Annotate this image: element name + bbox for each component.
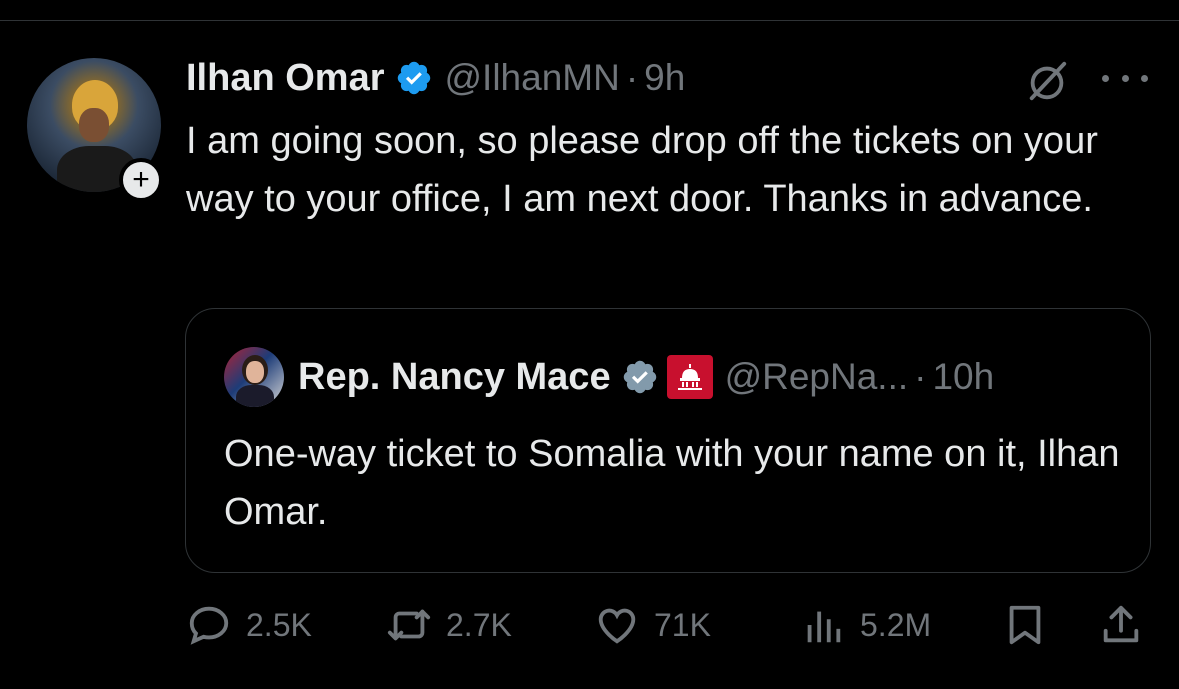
- quote-text: One-way ticket to Somalia with your name…: [224, 433, 1120, 533]
- quote-header-separator: ·: [914, 356, 927, 397]
- tweet-header: Ilhan Omar @IlhanMN · 9h: [186, 52, 685, 104]
- author-handle[interactable]: @IlhanMN: [445, 57, 620, 99]
- share-icon: [1103, 605, 1139, 643]
- author-display-name[interactable]: Ilhan Omar: [186, 57, 385, 100]
- header-separator: ·: [625, 57, 639, 98]
- author-avatar-container[interactable]: +: [27, 58, 163, 202]
- house-gop-badge: [666, 355, 713, 399]
- tweet-text: I am going soon, so please drop off the …: [186, 120, 1098, 220]
- grok-icon[interactable]: [1024, 58, 1070, 104]
- top-divider: [0, 20, 1179, 21]
- quote-verified-badge-icon: [623, 360, 656, 394]
- reply-button[interactable]: 2.5K: [186, 598, 312, 652]
- tweet-timestamp[interactable]: 9h: [644, 57, 685, 99]
- quote-tweet-card[interactable]: Rep. Nancy Mace @RepNa... · 10h One-way …: [185, 308, 1151, 573]
- views-icon: [807, 611, 841, 643]
- quote-author-display-name: Rep. Nancy Mace: [298, 355, 611, 398]
- views-count: 5.2M: [860, 606, 932, 643]
- more-icon[interactable]: [1102, 62, 1148, 94]
- bookmark-icon: [1009, 605, 1041, 645]
- follow-plus-button[interactable]: +: [119, 158, 163, 202]
- bookmark-button[interactable]: [1002, 598, 1062, 652]
- quote-header: Rep. Nancy Mace @RepNa... · 10h: [224, 347, 994, 407]
- like-icon: [598, 608, 636, 644]
- action-bar: 2.5K 2.7K 71K 5.2M: [186, 598, 1146, 652]
- capitol-dome-icon: [677, 364, 702, 390]
- like-button[interactable]: 71K: [594, 598, 711, 652]
- repost-icon: [387, 609, 431, 641]
- repost-button[interactable]: 2.7K: [386, 598, 512, 652]
- quote-author-handle: @RepNa...: [724, 356, 909, 397]
- quote-author-avatar: [224, 347, 284, 407]
- repost-count: 2.7K: [446, 606, 512, 643]
- quote-timestamp: 10h: [932, 356, 995, 397]
- reply-icon: [189, 606, 229, 645]
- verified-badge-icon[interactable]: [395, 59, 433, 97]
- reply-count: 2.5K: [246, 606, 312, 643]
- like-count: 71K: [654, 606, 711, 643]
- views-button[interactable]: 5.2M: [800, 598, 931, 652]
- share-button[interactable]: [1098, 598, 1158, 652]
- follow-plus-icon: +: [132, 163, 150, 196]
